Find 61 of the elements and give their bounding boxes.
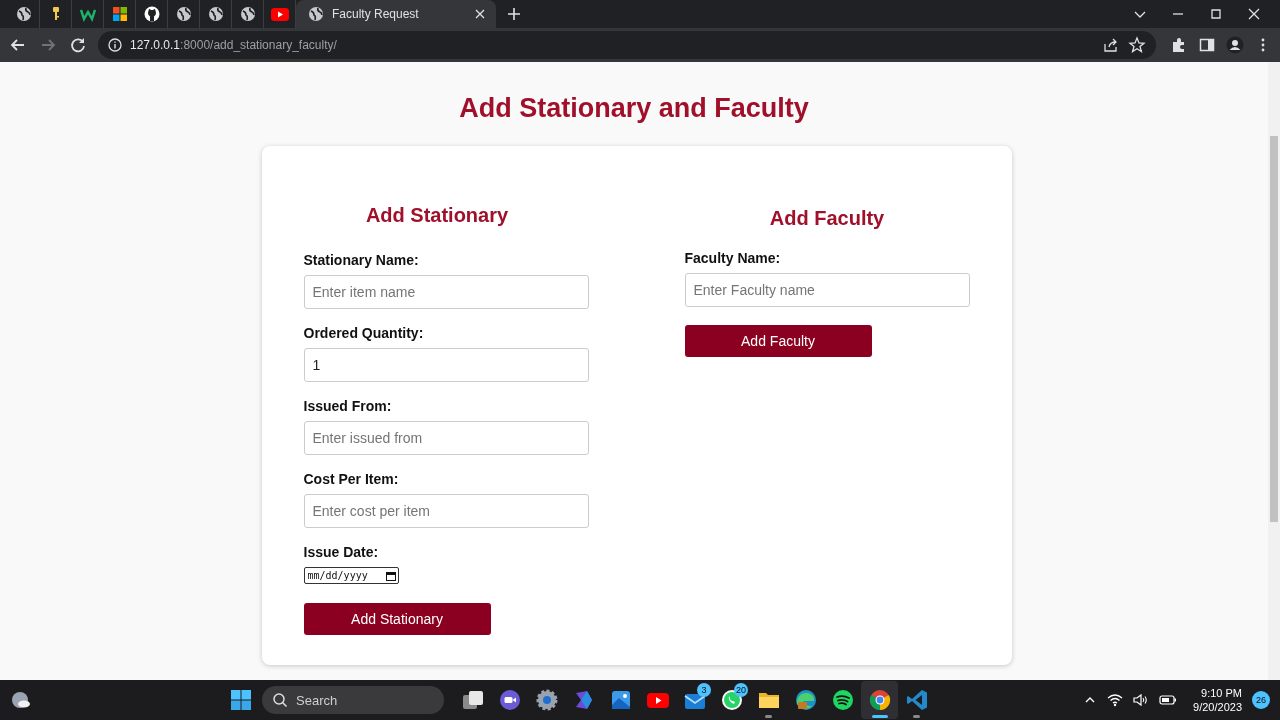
four-squares-icon xyxy=(111,6,128,22)
submit-button[interactable]: Add Faculty xyxy=(684,325,872,357)
info-icon[interactable] xyxy=(108,38,122,52)
search-icon xyxy=(272,692,289,708)
page-title: Add Stationary and Faculty xyxy=(459,93,809,124)
date-field[interactable]: mm/dd/yyyy xyxy=(303,567,399,584)
section-heading: Add Stationary xyxy=(364,204,510,227)
field-label: Ordered Quantity: xyxy=(303,325,425,341)
clock-date: 9/20/2023 xyxy=(1193,701,1242,713)
cloud-icon[interactable] xyxy=(10,689,32,711)
wave-logo-icon xyxy=(793,688,818,712)
section-heading: Add Faculty xyxy=(768,207,886,230)
settings-icon xyxy=(534,688,559,712)
field-label: Faculty Name: xyxy=(684,250,782,266)
input-field[interactable]: Enter issued from xyxy=(303,421,589,455)
notification-badge[interactable]: 26 xyxy=(1252,691,1270,709)
chat-phone-icon xyxy=(719,688,744,712)
taskbar-app[interactable]: 3 xyxy=(676,681,714,719)
browser-tab[interactable]: Faculty Request xyxy=(296,0,496,28)
new-tab-icon[interactable] xyxy=(506,6,522,22)
maximize-icon[interactable] xyxy=(1208,6,1224,22)
speaker-icon[interactable] xyxy=(1133,693,1150,707)
url-text: 127.0.0.1:8000/add_stationary_faculty/ xyxy=(130,38,337,52)
video-chat-icon xyxy=(497,688,522,712)
start-icon[interactable] xyxy=(230,689,253,711)
input-field[interactable]: Enter cost per item xyxy=(303,494,589,528)
address-bar[interactable]: 127.0.0.1:8000/add_stationary_faculty/ xyxy=(98,31,1156,59)
field-label: Issued From: xyxy=(303,398,393,414)
calendar-icon[interactable] xyxy=(385,570,396,581)
scrollbar[interactable] xyxy=(1268,62,1280,680)
input-field[interactable]: 1 xyxy=(303,348,589,382)
globe-icon xyxy=(175,6,192,22)
star-icon[interactable] xyxy=(1128,36,1146,54)
count-badge: 20 xyxy=(734,683,749,697)
globe-icon xyxy=(15,6,32,22)
field-label: Issue Date: xyxy=(303,544,380,560)
taskbar-app[interactable]: 20 xyxy=(713,681,751,719)
code-editor-logo-icon xyxy=(904,688,929,712)
input-field[interactable]: Enter Faculty name xyxy=(684,273,970,307)
clock-time: 9:10 PM xyxy=(1201,687,1242,699)
cat-logo-icon xyxy=(143,6,160,22)
globe-icon xyxy=(308,6,324,22)
profile-icon[interactable] xyxy=(1226,36,1244,54)
play-logo-icon xyxy=(270,7,289,21)
globe-icon xyxy=(239,6,256,22)
close-icon[interactable] xyxy=(1246,6,1262,22)
field-label: Stationary Name: xyxy=(303,252,420,268)
side-panel-icon[interactable] xyxy=(1198,36,1216,54)
wifi-icon[interactable] xyxy=(1107,693,1124,707)
count-badge: 3 xyxy=(697,683,712,697)
sound-waves-logo-icon xyxy=(830,688,855,712)
taskbar-search[interactable]: Search xyxy=(262,686,445,714)
input-field[interactable]: Enter item name xyxy=(303,275,589,309)
submit-button[interactable]: Add Stationary xyxy=(303,603,491,635)
taskbar-app[interactable] xyxy=(861,681,899,719)
field-label: Cost Per Item: xyxy=(303,471,400,487)
overlapping-windows-icon xyxy=(460,688,485,712)
battery-icon[interactable] xyxy=(1159,694,1178,706)
globe-icon xyxy=(207,6,224,22)
browser-logo-icon xyxy=(867,688,892,712)
share-icon[interactable] xyxy=(1102,36,1120,54)
